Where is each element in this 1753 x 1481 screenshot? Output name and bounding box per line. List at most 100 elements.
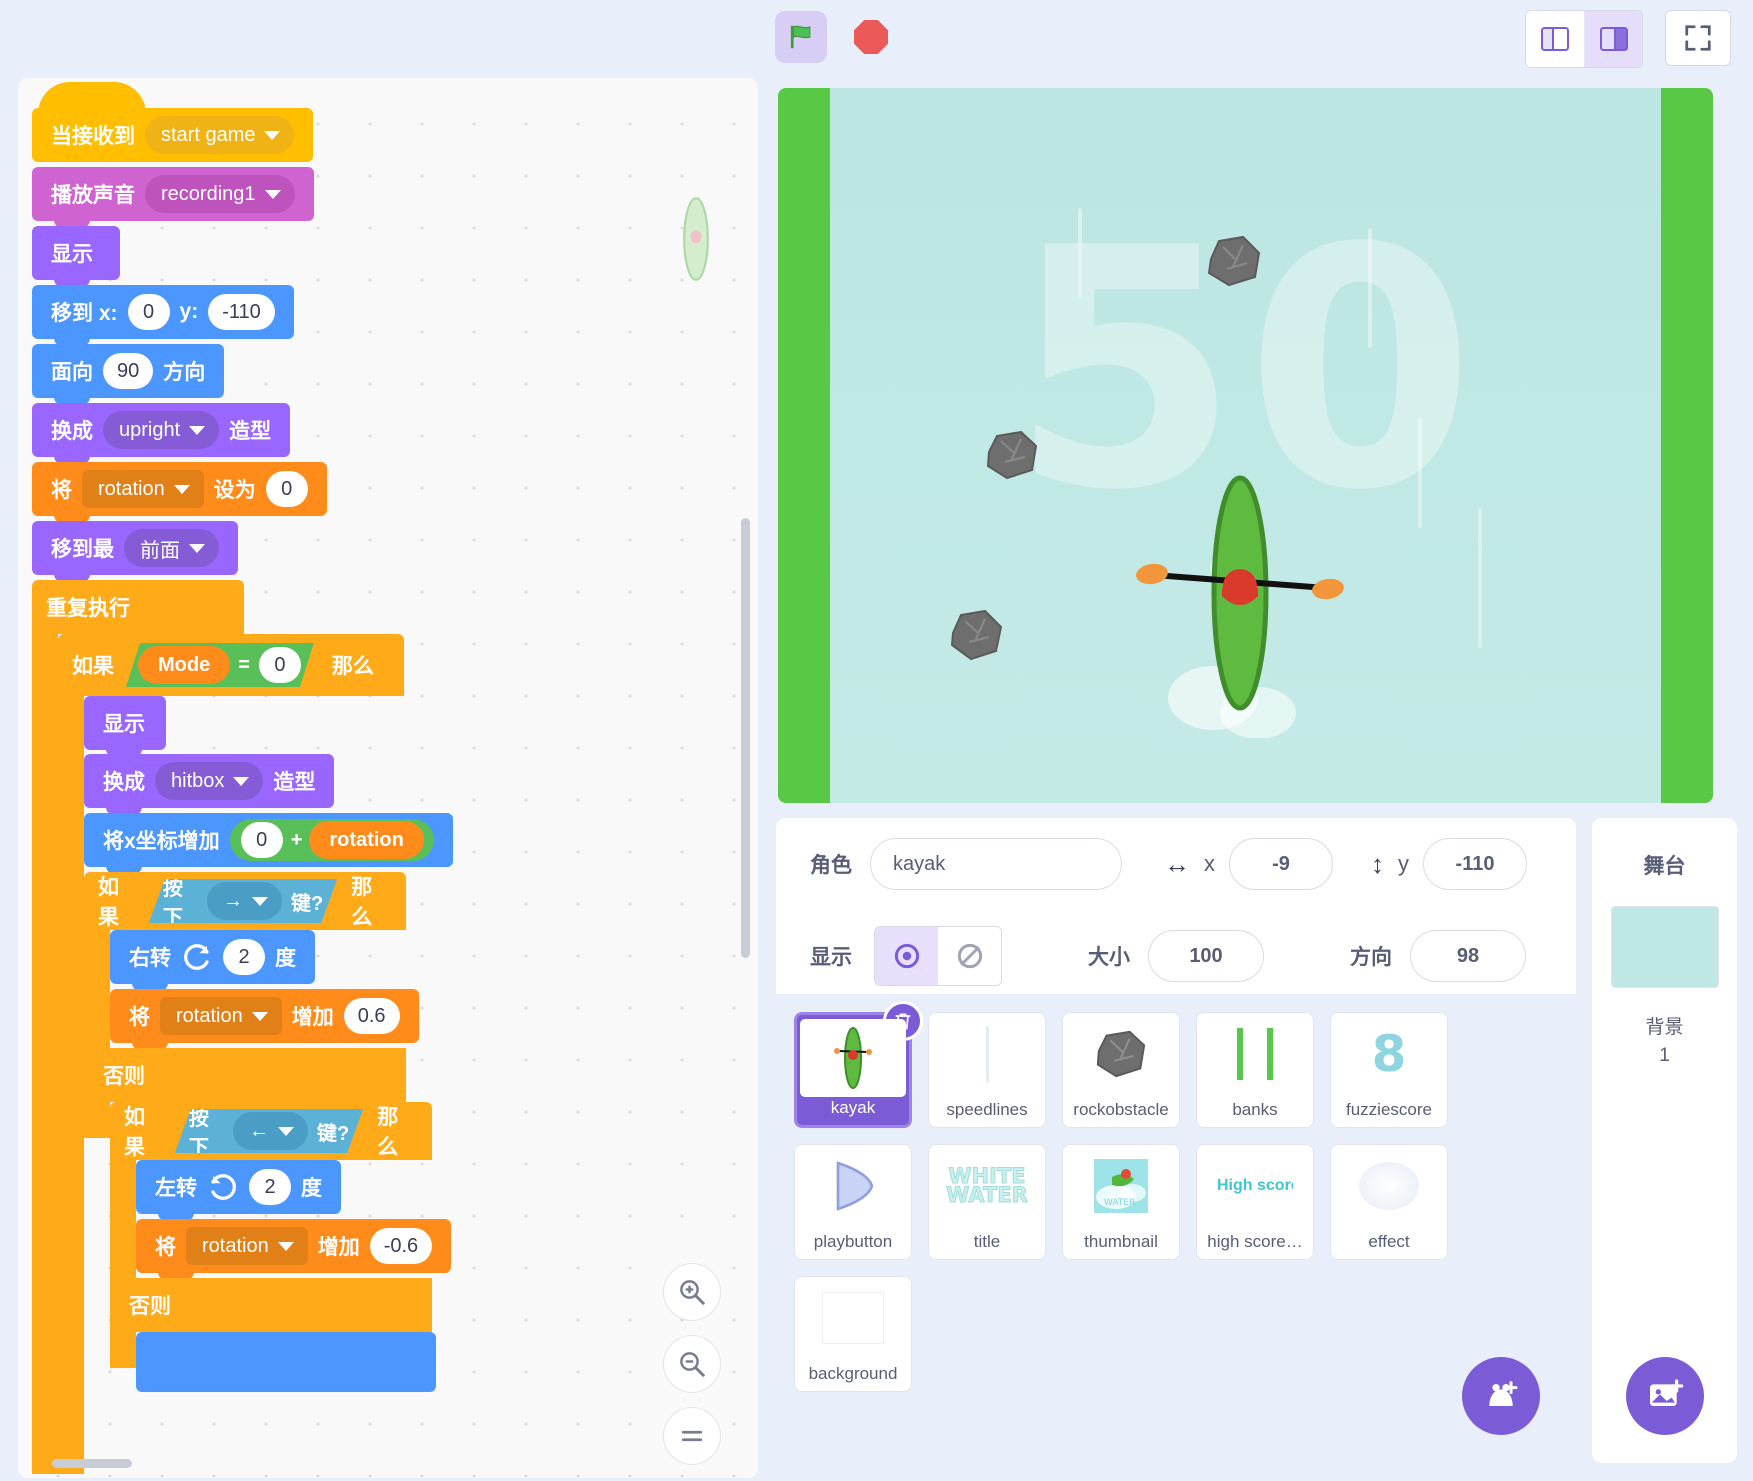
block-if-key-left[interactable]: 如果 按下 ← 键? 那么: [110, 1102, 432, 1160]
goto-layer-value: 前面: [140, 539, 180, 562]
sprite-name-label: 角色: [810, 854, 852, 877]
block-change-x-by[interactable]: 将x坐标增加 0 + rotation: [84, 813, 453, 874]
when-receive-value: start game: [161, 123, 256, 146]
code-workspace[interactable]: 当接收到 start game 播放声音 recording1 显示 移到 x:…: [18, 78, 758, 1478]
point-direction-input[interactable]: 90: [103, 353, 154, 389]
add-backdrop-button[interactable]: [1625, 1357, 1704, 1435]
change-var-input[interactable]: 0.6: [343, 998, 400, 1034]
block-play-sound[interactable]: 播放声音 recording1: [32, 167, 314, 228]
block-goto-xy[interactable]: 移到 x: 0 y: -110: [32, 285, 294, 346]
set-variable-to-label: 设为: [213, 479, 256, 502]
block-show-inner[interactable]: 显示: [84, 696, 166, 757]
switch-costume-dropdown[interactable]: upright: [103, 411, 220, 449]
operator-add[interactable]: 0 + rotation: [229, 819, 434, 861]
fullscreen-button[interactable]: [1665, 10, 1731, 66]
hidden-button[interactable]: [938, 927, 1001, 985]
turn-left-input[interactable]: 2: [249, 1169, 291, 1205]
set-variable-dropdown[interactable]: rotation: [82, 470, 204, 508]
stop-button[interactable]: [845, 11, 897, 63]
sensing-key-pressed-right[interactable]: 按下 → 键?: [149, 879, 337, 923]
if-right-label: 如果: [98, 876, 119, 929]
sensing-key-pressed-left[interactable]: 按下 ← 键?: [175, 1109, 363, 1153]
operator-equals[interactable]: Mode = 0: [126, 643, 314, 687]
goto-layer-dropdown[interactable]: 前面: [124, 529, 219, 567]
block-when-i-receive[interactable]: 当接收到 start game: [32, 82, 314, 162]
block-goto-layer[interactable]: 移到最 前面: [32, 521, 238, 582]
effect-blob-icon: [1359, 1162, 1419, 1210]
stage-view[interactable]: 50: [778, 88, 1713, 803]
if-key-right-arm: [84, 930, 110, 1138]
stage-backdrop-thumbnail[interactable]: [1610, 906, 1719, 988]
sprite-card-banks[interactable]: banks: [1196, 1012, 1314, 1128]
add-sprite-button[interactable]: [1462, 1357, 1540, 1435]
sprite-card-high-score[interactable]: High score high score…: [1196, 1144, 1314, 1260]
set-variable-input[interactable]: 0: [265, 471, 308, 507]
set-variable-name: rotation: [98, 477, 165, 500]
switch-costume-label: 换成: [51, 420, 93, 443]
sprite-card-title[interactable]: WHITE WATER title: [928, 1144, 1046, 1260]
zoom-in-button[interactable]: [663, 1263, 721, 1321]
block-change-rotation-pos[interactable]: 将 rotation 增加 0.6: [110, 989, 419, 1050]
show-inner-label: 显示: [103, 713, 145, 736]
speedline: [1478, 508, 1482, 648]
block-turn-right[interactable]: 右转 2 度: [110, 930, 315, 991]
mode-compare-input[interactable]: 0: [259, 647, 301, 683]
sprite-x-input[interactable]: -9: [1229, 838, 1333, 890]
else-label-2: 否则: [129, 1295, 171, 1318]
sprite-size-input[interactable]: 100: [1148, 930, 1264, 982]
block-set-variable[interactable]: 将 rotation 设为 0: [32, 462, 327, 523]
sprite-name-input[interactable]: kayak: [870, 838, 1122, 890]
key-right-dropdown[interactable]: →: [207, 882, 282, 920]
mode-variable-reporter[interactable]: Mode: [138, 646, 230, 684]
small-stage-button[interactable]: [1526, 11, 1584, 67]
sprite-list: kayak speedlines rockobstacle banks 8 fu…: [776, 994, 1576, 1463]
sprite-card-fuzziescore[interactable]: 8 fuzziescore: [1330, 1012, 1448, 1128]
switch-costume2-dropdown[interactable]: hitbox: [155, 762, 264, 800]
sprite-card-kayak[interactable]: kayak: [794, 1001, 923, 1128]
block-else-2[interactable]: 否则: [110, 1278, 432, 1332]
chevron-down-icon: [251, 1011, 268, 1021]
workspace-horizontal-scrollbar[interactable]: [52, 1459, 132, 1468]
sprite-card-effect[interactable]: effect: [1330, 1144, 1448, 1260]
block-if-key-right[interactable]: 如果 按下 → 键? 那么: [84, 872, 406, 930]
block-switch-costume-hitbox[interactable]: 换成 hitbox 造型: [84, 754, 335, 815]
block-forever[interactable]: 重复执行: [32, 580, 244, 634]
change-var-dropdown-2[interactable]: rotation: [186, 1227, 308, 1265]
zoom-reset-icon: [681, 1430, 703, 1442]
block-point-in-direction[interactable]: 面向 90 方向: [32, 344, 225, 405]
sprite-card-thumbnail[interactable]: WATER thumbnail: [1062, 1144, 1180, 1260]
block-turn-left[interactable]: 左转 2 度: [136, 1160, 341, 1221]
sprite-y-input[interactable]: -110: [1423, 838, 1527, 890]
block-partial-bottom[interactable]: [136, 1332, 436, 1392]
turn-counterclockwise-icon: [211, 1174, 236, 1200]
zoom-out-button[interactable]: [663, 1335, 721, 1393]
block-switch-costume[interactable]: 换成 upright 造型: [32, 403, 291, 464]
play-triangle-icon: [836, 1161, 874, 1211]
sprite-card-playbutton[interactable]: playbutton: [794, 1144, 912, 1260]
goto-x-input[interactable]: 0: [127, 294, 170, 330]
block-show[interactable]: 显示: [32, 226, 120, 287]
chevron-down-icon: [173, 484, 190, 494]
zoom-reset-button[interactable]: [663, 1407, 721, 1465]
change-var-input-2[interactable]: -0.6: [369, 1228, 433, 1264]
turn-right-input[interactable]: 2: [223, 939, 265, 975]
rotation-variable-reporter[interactable]: rotation: [309, 821, 424, 859]
play-sound-dropdown[interactable]: recording1: [145, 175, 295, 213]
when-receive-dropdown[interactable]: start game: [145, 116, 295, 154]
visible-button[interactable]: [875, 927, 938, 985]
block-if-mode[interactable]: 如果 Mode = 0 那么: [58, 634, 404, 696]
block-change-rotation-neg[interactable]: 将 rotation 增加 -0.6: [136, 1219, 452, 1280]
add-left-input[interactable]: 0: [240, 822, 283, 858]
sprite-card-background[interactable]: background: [794, 1276, 912, 1392]
sprite-card-rockobstacle[interactable]: rockobstacle: [1062, 1012, 1180, 1128]
large-stage-button[interactable]: [1584, 11, 1642, 67]
green-flag-button[interactable]: [775, 11, 827, 63]
sprite-card-speedlines[interactable]: speedlines: [928, 1012, 1046, 1128]
key-left-dropdown[interactable]: ←: [233, 1112, 308, 1150]
sprite-direction-input[interactable]: 98: [1410, 930, 1526, 982]
sprite-thumb-title: WHITE WATER: [946, 1153, 1029, 1219]
goto-y-input[interactable]: -110: [208, 294, 275, 330]
workspace-vertical-scrollbar[interactable]: [741, 518, 750, 958]
block-else-1[interactable]: 否则: [84, 1048, 406, 1102]
change-var-dropdown[interactable]: rotation: [160, 997, 282, 1035]
